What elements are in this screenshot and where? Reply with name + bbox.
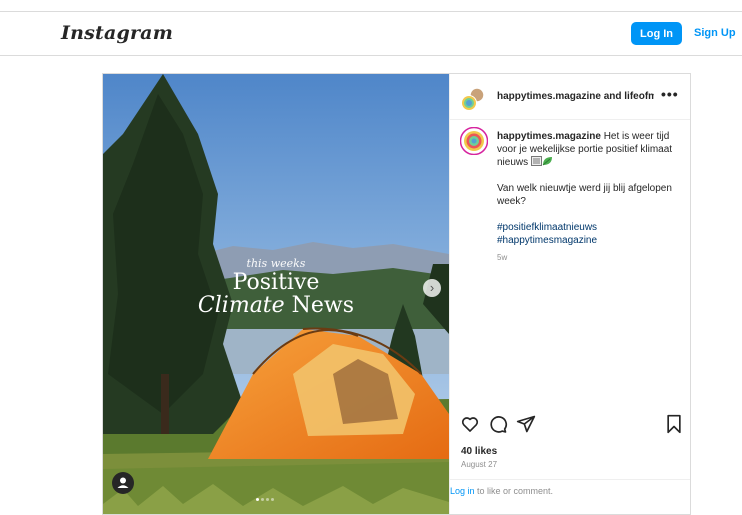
comment-icon — [490, 416, 508, 433]
carousel-dot — [271, 498, 274, 501]
share-button[interactable] — [516, 414, 536, 439]
overlay-line-3: Climate News — [103, 294, 449, 318]
overlay-line-3-italic: Climate — [197, 293, 285, 318]
post-media[interactable]: this weeks Positive Climate News › — [103, 74, 449, 514]
login-button[interactable]: Log In — [631, 22, 682, 45]
tagged-users-button[interactable] — [112, 472, 134, 494]
caption-text: happytimes.magazine Het is weer tijd voo… — [497, 130, 685, 264]
comment-divider — [450, 479, 690, 480]
post-side-panel: happytimes.magazine and lifeofma ••• hap… — [449, 74, 690, 514]
overlay-line-1: this weeks — [246, 257, 306, 270]
newspaper-emoji-icon — [530, 156, 542, 166]
caption-age: 5w — [497, 253, 508, 262]
magazine-avatar-icon — [459, 126, 489, 156]
hashtag-link[interactable]: #positiefklimaatnieuws — [497, 221, 685, 234]
more-options-button[interactable]: ••• — [661, 86, 679, 102]
paper-plane-icon — [516, 415, 536, 433]
owner-username[interactable]: happytimes.magazine — [497, 91, 601, 102]
top-navbar: Instagram Log In Sign Up — [0, 11, 742, 56]
leaf-emoji-icon — [542, 157, 552, 166]
next-slide-button[interactable]: › — [423, 279, 441, 297]
more-dots-icon: ••• — [661, 86, 679, 102]
carousel-dot — [266, 498, 269, 501]
instagram-logo[interactable]: Instagram — [61, 22, 173, 44]
user-icon — [117, 477, 129, 488]
caption-avatar[interactable] — [459, 126, 489, 160]
post-owners[interactable]: happytimes.magazine and lifeofma — [497, 91, 654, 102]
caption-hashtags: #positiefklimaatnieuws #happytimesmagazi… — [497, 221, 685, 247]
carousel-dots — [255, 488, 275, 506]
carousel-dot-active — [256, 498, 259, 501]
overlay-line-3-rest: News — [284, 293, 355, 318]
like-button[interactable] — [460, 414, 480, 439]
owner-avatar — [461, 87, 485, 111]
overlay-line-2: Positive — [232, 270, 320, 295]
co-owner-username[interactable]: and lifeofma — [601, 91, 654, 102]
signup-link[interactable]: Sign Up — [694, 27, 736, 39]
likes-count[interactable]: 40 likes — [461, 446, 497, 457]
post-card: this weeks Positive Climate News › happy… — [102, 73, 691, 515]
hashtag-link[interactable]: #happytimesmagazine — [497, 234, 685, 247]
media-overlay-text: this weeks Positive Climate News — [103, 257, 449, 318]
carousel-dot — [261, 498, 264, 501]
caption-username[interactable]: happytimes.magazine — [497, 131, 601, 142]
heart-icon — [461, 417, 479, 432]
owner-avatar-stack[interactable] — [460, 87, 486, 118]
post-header: happytimes.magazine and lifeofma ••• — [450, 74, 690, 120]
comment-button[interactable] — [488, 414, 508, 439]
post-date[interactable]: August 27 — [461, 460, 497, 469]
save-button[interactable] — [665, 414, 683, 439]
caption-paragraph-2: Van welk nieuwtje werd jij blij afgelope… — [497, 183, 672, 207]
action-bar — [460, 414, 685, 436]
bookmark-icon — [667, 414, 681, 434]
